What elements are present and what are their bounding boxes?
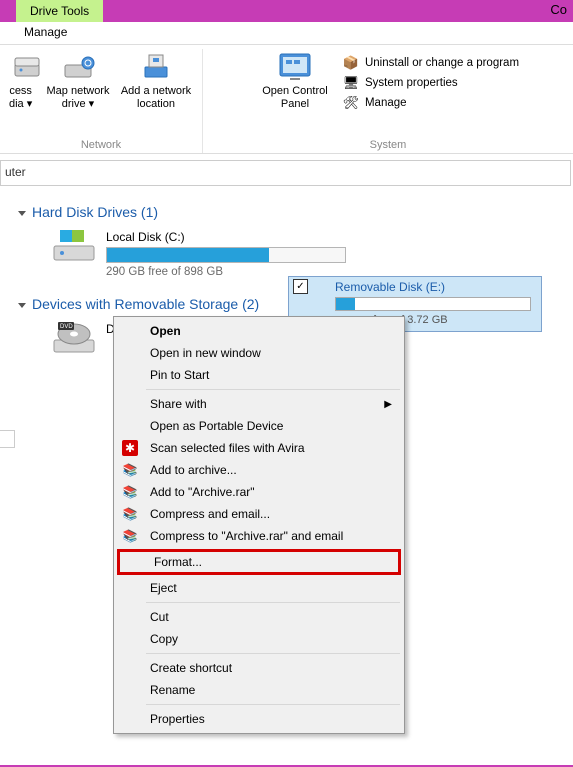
breadcrumb[interactable]: uter (0, 160, 571, 186)
menu-open-portable[interactable]: Open as Portable Device (116, 415, 402, 437)
menu-eject[interactable]: Eject (116, 577, 402, 599)
menu-add-archive[interactable]: 📚Add to archive... (116, 459, 402, 481)
menu-share-with[interactable]: Share with▶ (116, 393, 402, 415)
label: Open ControlPanel (262, 85, 327, 111)
menu-rename[interactable]: Rename (116, 679, 402, 701)
collapse-icon (18, 303, 26, 308)
label: Map networkdrive ▾ (47, 85, 110, 111)
menu-compress-rar-email[interactable]: 📚Compress to "Archive.rar" and email (116, 525, 402, 547)
properties-icon: 🖥 (343, 75, 359, 91)
menu-pin-to-start[interactable]: Pin to Start (116, 364, 402, 386)
menu-open-new-window[interactable]: Open in new window (116, 342, 402, 364)
menu-format[interactable]: Format... (120, 552, 398, 572)
uninstall-program-button[interactable]: 📦Uninstall or change a program (343, 55, 519, 71)
drive-local-disk-c[interactable]: Local Disk (C:) 290 GB free of 898 GB (52, 228, 573, 278)
ribbon-group-network: cessdia ▾ Map networkdrive ▾ Add a netwo… (0, 49, 203, 153)
submenu-arrow-icon: ▶ (384, 399, 392, 410)
group-title: System (370, 139, 407, 151)
add-network-location-button[interactable]: Add a networklocation (119, 49, 193, 111)
group-title: Network (81, 139, 121, 151)
svg-text:DVD: DVD (60, 324, 73, 330)
window-title-fragment: Co (550, 2, 567, 17)
context-menu: Open Open in new window Pin to Start Sha… (113, 316, 405, 734)
avira-icon: ✱ (122, 440, 138, 456)
drive-tools-tab[interactable]: Drive Tools (16, 0, 103, 22)
open-control-panel-button[interactable]: Open ControlPanel (257, 49, 333, 111)
manage-button[interactable]: 🛠Manage (343, 95, 519, 111)
manage-icon: 🛠 (343, 95, 359, 111)
title-bar: Drive Tools Co (0, 0, 573, 22)
ribbon-tabs: Manage (0, 22, 573, 45)
menu-add-rar[interactable]: 📚Add to "Archive.rar" (116, 481, 402, 503)
ribbon-group-system: Open ControlPanel 📦Uninstall or change a… (203, 49, 573, 153)
control-panel-icon (277, 51, 313, 83)
menu-create-shortcut[interactable]: Create shortcut (116, 657, 402, 679)
collapse-icon (18, 211, 26, 216)
network-location-icon (138, 51, 174, 83)
separator (146, 602, 400, 603)
capacity-bar (106, 247, 346, 263)
drive-name: Removable Disk (E:) (335, 279, 539, 294)
hdd-icon (52, 228, 96, 264)
separator (146, 704, 400, 705)
access-media-button[interactable]: cessdia ▾ (9, 49, 37, 111)
winrar-icon: 📚 (122, 484, 138, 500)
format-highlight: Format... (117, 549, 401, 575)
manage-tab[interactable]: Manage (24, 25, 67, 39)
hdd-section-header[interactable]: Hard Disk Drives (1) (18, 204, 573, 220)
system-properties-button[interactable]: 🖥System properties (343, 75, 519, 91)
separator (146, 389, 400, 390)
selection-checkbox[interactable]: ✓ (293, 279, 308, 294)
separator (146, 653, 400, 654)
capacity-bar (335, 297, 531, 311)
drive-icon (9, 51, 45, 83)
network-drive-icon (60, 51, 96, 83)
ribbon: cessdia ▾ Map networkdrive ▾ Add a netwo… (0, 45, 573, 154)
menu-compress-email[interactable]: 📚Compress and email... (116, 503, 402, 525)
menu-scan-avira[interactable]: ✱Scan selected files with Avira (116, 437, 402, 459)
nav-pane-edge (0, 430, 15, 448)
label: Add a networklocation (121, 85, 191, 111)
winrar-icon: 📚 (122, 462, 138, 478)
dvd-icon: DVD (52, 320, 96, 356)
winrar-icon: 📚 (122, 528, 138, 544)
winrar-icon: 📚 (122, 506, 138, 522)
menu-copy[interactable]: Copy (116, 628, 402, 650)
menu-properties[interactable]: Properties (116, 708, 402, 730)
uninstall-icon: 📦 (343, 55, 359, 71)
map-network-drive-button[interactable]: Map networkdrive ▾ (43, 49, 113, 111)
menu-open[interactable]: Open (116, 320, 402, 342)
label: cessdia ▾ (9, 85, 32, 111)
menu-cut[interactable]: Cut (116, 606, 402, 628)
drive-name: Local Disk (C:) (106, 230, 346, 244)
